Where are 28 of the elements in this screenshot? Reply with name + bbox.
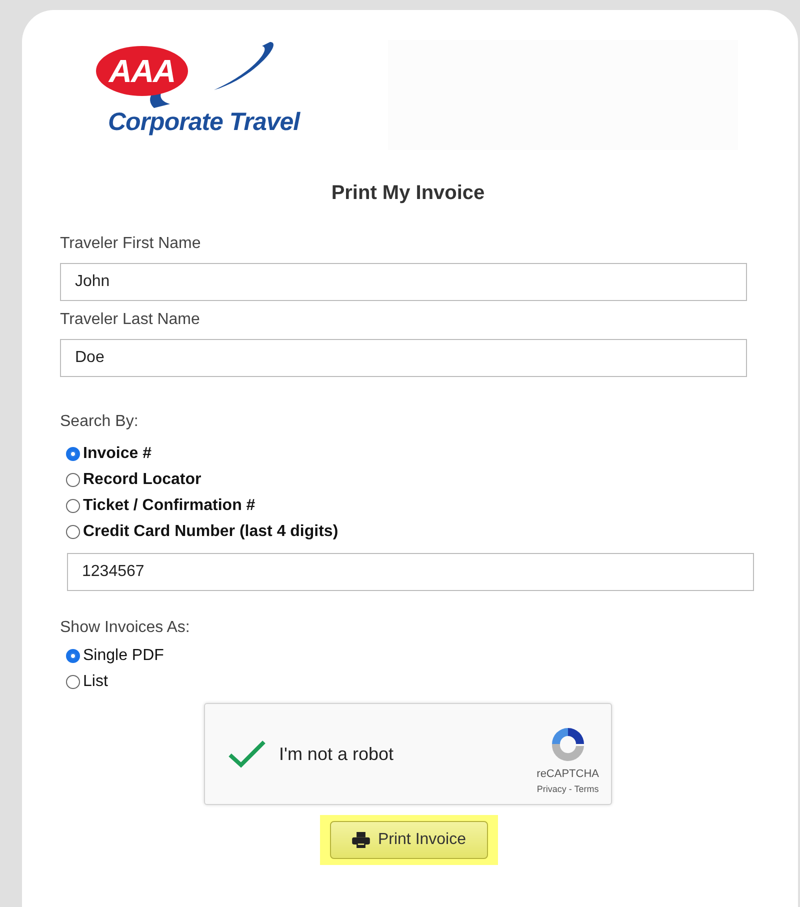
input-field[interactable]: Doe	[60, 339, 747, 377]
check-icon[interactable]	[227, 739, 267, 769]
option-label: List	[83, 673, 108, 691]
logo-text: Corporate Travel	[108, 108, 300, 137]
radio-button[interactable]	[66, 473, 80, 487]
field-label: Traveler First Name	[60, 235, 202, 253]
option-label: Record Locator	[83, 471, 202, 489]
option-label: Invoice #	[83, 445, 152, 463]
printer-icon	[352, 832, 370, 848]
option-label: Ticket / Confirmation #	[83, 497, 256, 515]
captcha-label: I'm not a robot	[279, 744, 394, 764]
section-label: Show Invoices As:	[60, 619, 191, 637]
radio-button[interactable]	[66, 499, 80, 513]
radio-button[interactable]	[66, 525, 80, 539]
field-label: Traveler Last Name	[60, 311, 201, 329]
radio-button[interactable]	[66, 675, 80, 689]
section-label: Search By:	[60, 413, 140, 431]
option-label: Credit Card Number (last 4 digits)	[83, 523, 338, 541]
input-field[interactable]: 1234567	[67, 553, 754, 591]
option-label: Single PDF	[83, 647, 164, 665]
radio-button[interactable]	[66, 649, 80, 663]
input-field[interactable]: John	[60, 263, 747, 301]
radio-button[interactable]	[66, 447, 80, 461]
page-title: Print My Invoice	[330, 182, 486, 205]
captcha-brand: reCAPTCHA	[536, 768, 599, 780]
logo-mark: AAA	[96, 46, 188, 96]
captcha-links[interactable]: Privacy - Terms	[536, 784, 599, 794]
print-button[interactable]: Print Invoice	[330, 821, 488, 859]
